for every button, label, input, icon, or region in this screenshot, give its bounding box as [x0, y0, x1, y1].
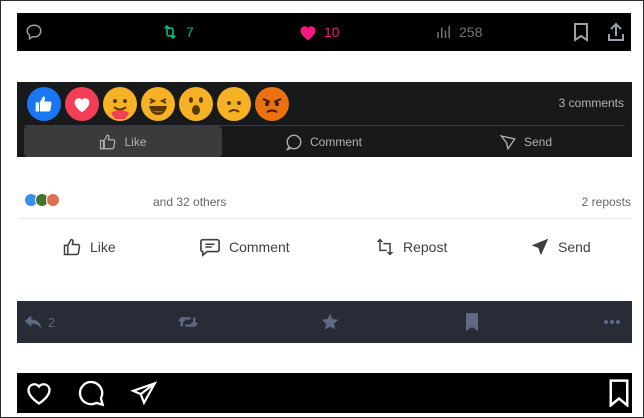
linkedin-repost-button[interactable]: Repost	[375, 232, 447, 262]
linkedin-reaction-icons[interactable]	[24, 193, 60, 207]
thumbs-up-icon	[100, 134, 116, 149]
sad-reaction-icon[interactable]	[217, 87, 251, 121]
like-label: Like	[90, 239, 116, 255]
reposts-count[interactable]: 2 reposts	[582, 195, 631, 209]
retweet-icon	[164, 24, 176, 40]
send-label: Send	[524, 134, 553, 149]
save-button[interactable]	[608, 373, 630, 413]
boost-icon	[178, 316, 198, 328]
reply-button[interactable]	[25, 13, 43, 51]
haha-reaction-icon[interactable]	[141, 87, 175, 121]
facebook-like-button[interactable]: Like	[24, 126, 222, 157]
send-icon	[531, 238, 549, 256]
bookmark-icon	[574, 23, 588, 42]
reply-arrow-icon	[24, 315, 42, 329]
facebook-comment-button[interactable]: Comment	[285, 126, 362, 157]
reply-count: 2	[48, 314, 56, 330]
boost-button[interactable]	[177, 301, 199, 343]
like-button[interactable]	[25, 373, 53, 413]
like-label: Like	[124, 134, 147, 149]
divider	[18, 218, 632, 219]
twitter-action-bar: 7 10 258	[17, 13, 631, 51]
facebook-action-row: Like Comment Send	[17, 126, 632, 157]
reaction-picker	[27, 84, 289, 124]
analytics-icon	[437, 26, 450, 38]
wow-reaction-icon[interactable]	[179, 87, 213, 121]
repost-label: Repost	[403, 239, 448, 255]
care-reaction-icon[interactable]	[103, 87, 137, 121]
frame-border	[0, 0, 644, 418]
like-button[interactable]: 10	[298, 13, 340, 51]
share-button[interactable]	[130, 373, 158, 413]
heart-icon	[27, 383, 51, 405]
angry-reaction-icon[interactable]	[255, 87, 289, 121]
heart-icon	[300, 26, 316, 41]
retweet-button[interactable]: 7	[160, 13, 194, 51]
comment-icon	[285, 134, 302, 151]
reply-icon	[26, 24, 42, 41]
bookmark-icon	[609, 379, 629, 407]
mastodon-action-bar: 2	[17, 301, 632, 343]
love-reaction-icon[interactable]	[65, 87, 99, 121]
favourite-button[interactable]	[320, 301, 340, 343]
thumbs-up-icon	[63, 238, 81, 256]
retweet-count: 7	[186, 24, 194, 40]
comment-icon	[200, 238, 220, 257]
send-label: Send	[558, 239, 591, 255]
repost-icon	[376, 238, 394, 256]
like-count: 10	[324, 24, 340, 40]
comment-label: Comment	[310, 134, 363, 149]
bookmark-icon	[466, 313, 478, 331]
reply-button[interactable]: 2	[23, 301, 55, 343]
views-count: 258	[459, 24, 483, 40]
love-reaction-icon	[46, 193, 60, 207]
send-icon	[499, 134, 516, 150]
reactions-summary[interactable]: and 32 others	[153, 195, 226, 209]
like-reaction-icon[interactable]	[27, 87, 61, 121]
facebook-send-button[interactable]: Send	[499, 126, 552, 157]
send-icon	[130, 381, 158, 406]
more-options-button[interactable]	[603, 301, 621, 343]
share-icon	[608, 22, 624, 41]
bookmark-button[interactable]	[573, 13, 589, 51]
views-button[interactable]: 258	[435, 13, 482, 51]
bookmark-button[interactable]	[464, 301, 480, 343]
comment-button[interactable]	[77, 373, 105, 413]
share-button[interactable]	[607, 13, 625, 51]
facebook-reaction-panel: 3 comments Like Comment Send	[17, 82, 632, 157]
linkedin-comment-button[interactable]: Comment	[199, 232, 290, 262]
more-icon	[604, 320, 620, 324]
comment-icon	[78, 380, 105, 407]
linkedin-like-button[interactable]: Like	[62, 232, 116, 262]
comment-label: Comment	[229, 239, 290, 255]
star-icon	[321, 313, 339, 330]
linkedin-send-button[interactable]: Send	[530, 232, 591, 262]
comments-count[interactable]: 3 comments	[559, 96, 624, 110]
instagram-action-bar	[17, 373, 632, 413]
